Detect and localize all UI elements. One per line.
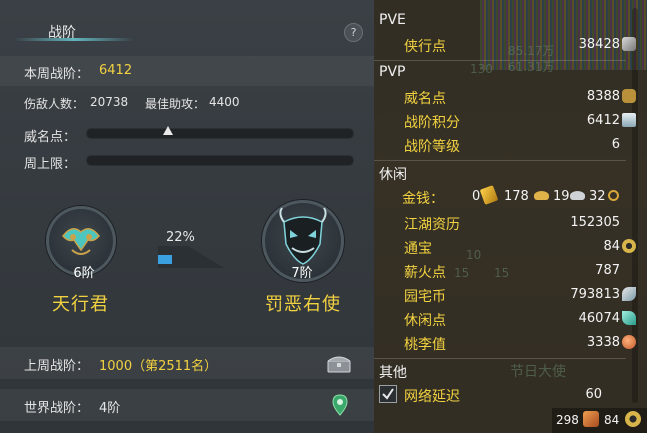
currency-label: 威名点 — [404, 91, 446, 107]
coin-icon[interactable] — [625, 411, 641, 427]
currency-value: 38428 — [578, 37, 620, 52]
assist-label: 最佳助攻： — [145, 97, 206, 111]
weekly-cap-progress-bar — [86, 155, 354, 166]
fame-progress-marker — [163, 126, 173, 135]
last-week-row: 上周战阶： 1000（第2511名） — [0, 347, 374, 379]
next-tier-level: 7阶 — [291, 266, 313, 281]
footer-bar: 298 84 — [552, 408, 647, 433]
footer-right-value: 84 — [604, 413, 620, 427]
last-week-value: 1000（第2511名） — [99, 359, 218, 374]
pvp-item: 战阶等级 6 — [374, 134, 636, 156]
currency-value: 6 — [611, 137, 620, 152]
section-leisure-header: 休闲 — [379, 167, 407, 183]
current-tier-level: 6阶 — [73, 266, 95, 281]
money-silver-big-value: 178 — [504, 189, 529, 204]
location-pin-icon[interactable] — [332, 394, 348, 416]
fame-row: 威名点： — [0, 124, 374, 145]
kills-value: 20738 — [90, 95, 129, 109]
section-pve-header: PVE — [379, 12, 406, 28]
battle-rank-panel: 战阶 ? 本周战阶： 6412 伤敌人数： 20738 最佳助攻： 4400 威… — [0, 0, 374, 433]
fame-progress-bar — [86, 126, 354, 139]
leisure-item: 薪火点 787 — [374, 260, 636, 282]
panel-header: 战阶 ? — [0, 0, 374, 46]
currency-value: 793813 — [570, 287, 620, 302]
tier-progress-percent: 22% — [166, 230, 195, 245]
mask-icon — [622, 89, 636, 103]
weekly-rank-label: 本周战阶： — [24, 67, 90, 82]
background-text: 节日大使 — [510, 364, 566, 380]
feather-icon — [622, 287, 636, 301]
world-rank-row: 世界战阶： 4阶 — [0, 389, 374, 421]
currency-label: 桃李值 — [404, 337, 446, 353]
last-week-label: 上周战阶： — [24, 359, 90, 374]
currency-value: 46074 — [578, 311, 620, 326]
currency-value: 84 — [603, 239, 620, 254]
currency-value: 8388 — [586, 89, 620, 104]
weekly-cap-row: 周上限： — [0, 151, 374, 172]
pve-item: 侠行点 38428 — [374, 34, 636, 56]
section-divider — [374, 60, 626, 61]
stats-row: 伤敌人数： 20738 最佳助攻： 4400 — [0, 92, 374, 114]
currency-label: 侠行点 — [404, 39, 446, 55]
current-tier-title: 天行君 — [52, 294, 109, 315]
section-divider — [374, 358, 626, 359]
footer-left-value: 298 — [556, 413, 579, 427]
world-rank-value: 4阶 — [99, 401, 121, 416]
flag-icon[interactable] — [583, 411, 599, 427]
currency-value: 152305 — [570, 215, 620, 230]
currency-label: 通宝 — [404, 241, 432, 257]
section-other-header: 其他 — [379, 365, 407, 381]
latency-row: 网络延迟 60 — [374, 384, 636, 406]
currency-label: 江湖资历 — [404, 217, 460, 233]
world-rank-label: 世界战阶： — [24, 401, 90, 416]
currency-value: 3338 — [586, 335, 620, 350]
weekly-rank-row: 本周战阶： 6412 — [0, 56, 374, 86]
leisure-item: 园宅币 793813 — [374, 284, 636, 306]
leisure-item: 休闲点 46074 — [374, 308, 636, 330]
background-text: 130 — [470, 62, 493, 76]
currency-label: 薪火点 — [404, 265, 446, 281]
chest-icon[interactable] — [327, 355, 351, 373]
tier-progress-indicator — [158, 246, 224, 268]
section-pvp-header: PVP — [379, 64, 406, 80]
help-button[interactable]: ? — [344, 23, 363, 42]
pvp-item: 威名点 8388 — [374, 86, 636, 108]
sword-icon — [622, 37, 636, 51]
assist-value: 4400 — [209, 95, 240, 109]
silver-yuanbao-icon — [570, 191, 585, 200]
currency-label: 战阶积分 — [404, 115, 460, 131]
leisure-item: 通宝 84 — [374, 236, 636, 258]
weekly-cap-label: 周上限： — [24, 157, 77, 172]
currency-label: 战阶等级 — [404, 139, 460, 155]
title-decoration — [14, 38, 134, 41]
kills-label: 伤敌人数： — [24, 97, 85, 111]
currency-value: 6412 — [586, 113, 620, 128]
coin-icon — [622, 239, 636, 253]
latency-label: 网络延迟 — [404, 389, 460, 405]
latency-value: 60 — [585, 387, 602, 402]
copper-coin-icon — [608, 190, 619, 201]
money-gold-value: 0 — [472, 189, 481, 204]
leisure-item: 江湖资历 152305 — [374, 212, 636, 234]
currency-value: 787 — [595, 263, 620, 278]
leisure-item: 桃李值 3338 — [374, 332, 636, 354]
fame-label: 威名点： — [24, 130, 77, 145]
currency-panel: 85.17万 61.31万 130 10 15 15 节日大使 PVE 侠行点 … — [374, 0, 647, 433]
pvp-item: 战阶积分 6412 — [374, 110, 636, 132]
weekly-rank-value: 6412 — [99, 63, 133, 78]
gold-yuanbao-icon — [534, 191, 549, 200]
crystal-icon — [622, 113, 636, 127]
currency-label: 休闲点 — [404, 313, 446, 329]
gold-ingot-icon — [479, 185, 499, 205]
next-tier-title: 罚恶右使 — [265, 294, 341, 315]
peach-icon — [622, 335, 636, 349]
leaf-icon — [622, 311, 636, 325]
currency-label: 园宅币 — [404, 289, 446, 305]
money-copper-value: 32 — [589, 189, 606, 204]
money-silver-value: 19 — [553, 189, 570, 204]
section-divider — [374, 160, 626, 161]
money-row: 金钱： 0 178 19 32 — [374, 185, 636, 208]
money-label: 金钱： — [402, 191, 444, 207]
